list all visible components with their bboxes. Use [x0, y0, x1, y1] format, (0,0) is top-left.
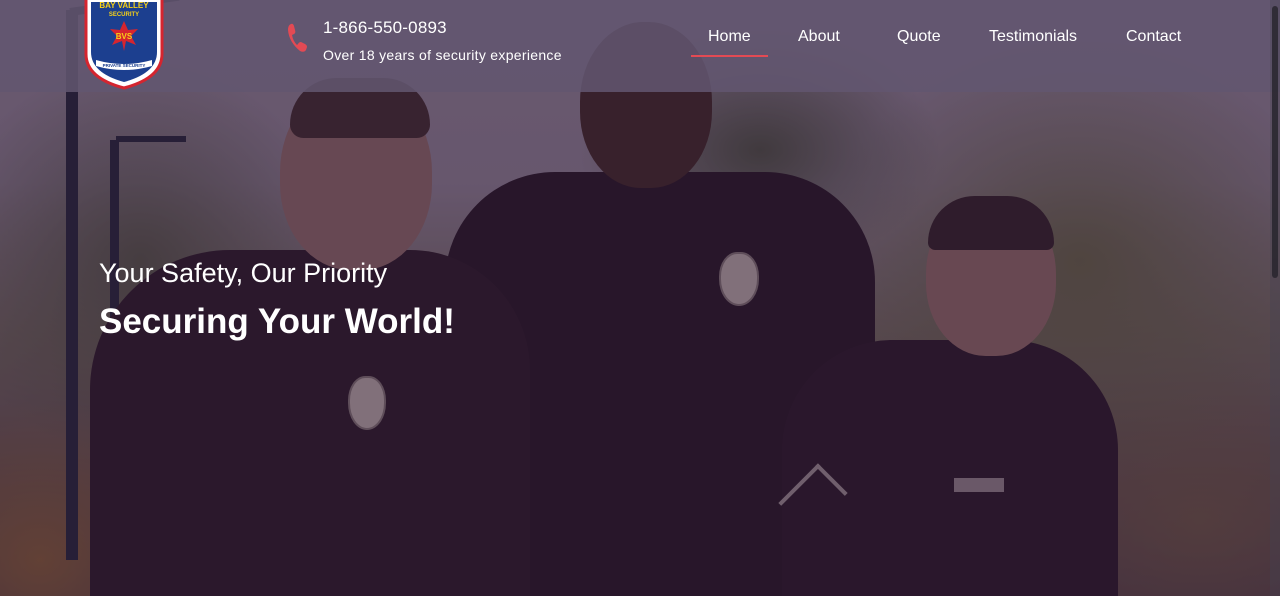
nav-testimonials[interactable]: Testimonials [989, 28, 1077, 46]
nav-about[interactable]: About [798, 28, 840, 46]
hero-tagline: Your Safety, Our Priority [99, 258, 388, 288]
scrollbar-track[interactable] [1270, 0, 1280, 609]
site-header: BAY VALLEY SECURITY BVS PRIVATE SECURITY… [0, 0, 1280, 92]
shield-logo-icon: BAY VALLEY SECURITY BVS PRIVATE SECURITY [84, 0, 164, 90]
logo-sub-text: SECURITY [109, 12, 139, 18]
page: Your Safety, Our Priority Securing Your … [0, 0, 1280, 609]
company-logo[interactable]: BAY VALLEY SECURITY BVS PRIVATE SECURITY [82, 0, 166, 90]
scrollbar-thumb[interactable] [1272, 6, 1278, 278]
experience-tagline: Over 18 years of security experience [323, 47, 562, 63]
nav-home[interactable]: Home [691, 28, 768, 57]
phone-icon[interactable] [286, 22, 308, 54]
nav-quote[interactable]: Quote [897, 28, 941, 46]
nav-contact[interactable]: Contact [1126, 28, 1181, 46]
logo-top-text: BAY VALLEY [99, 1, 149, 10]
page-bottom-edge [0, 596, 1280, 609]
phone-number-link[interactable]: 1-866-550-0893 [323, 18, 447, 38]
logo-badge-text: BVS [116, 32, 133, 41]
hero-title: Securing Your World! [99, 302, 455, 341]
logo-ribbon-text: PRIVATE SECURITY [103, 63, 146, 68]
